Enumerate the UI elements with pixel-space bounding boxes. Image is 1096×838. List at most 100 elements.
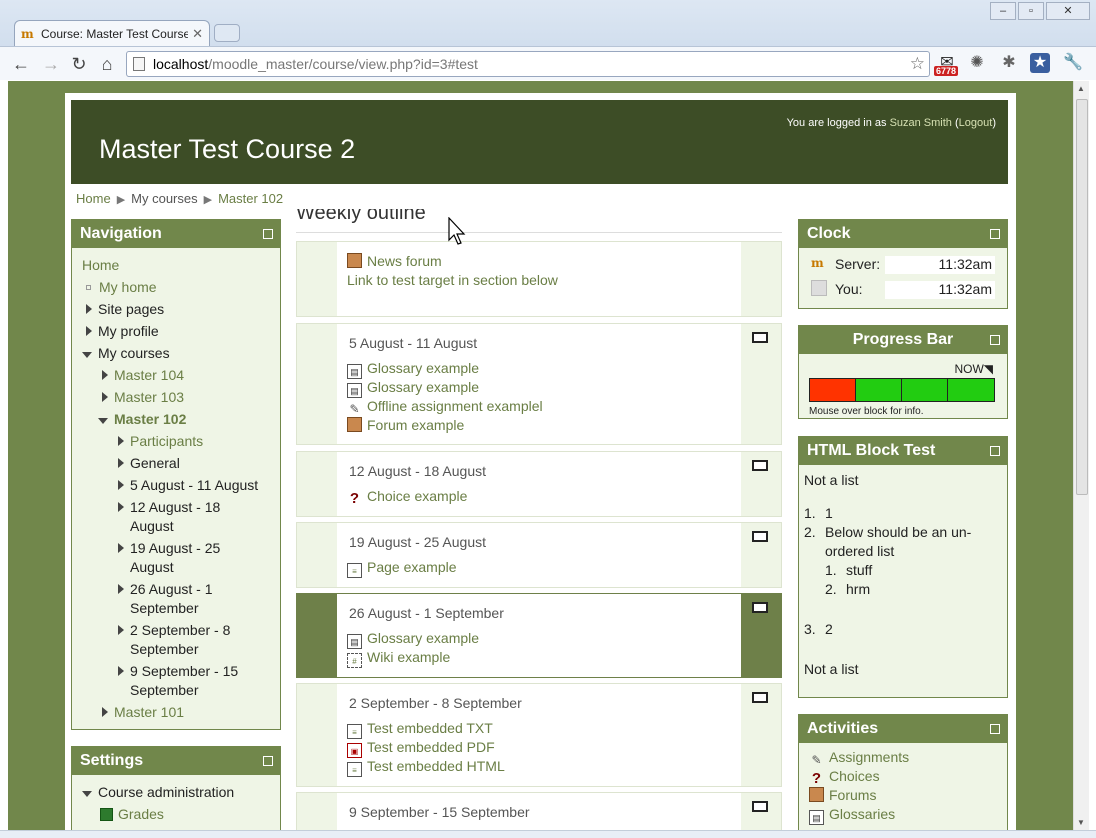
breadcrumb-course[interactable]: Master 102 — [218, 191, 283, 206]
nav-week-5-cont[interactable]: September — [130, 641, 198, 657]
hide-block-icon[interactable] — [990, 335, 1000, 345]
nav-my-home[interactable]: My home — [99, 279, 157, 295]
bookmark-star-icon[interactable]: ☆ — [910, 52, 925, 76]
activities-choices[interactable]: ? Choices — [809, 768, 880, 786]
activity-glossary[interactable]: ▤ Glossary example — [347, 630, 479, 649]
expand-icon[interactable] — [118, 584, 124, 594]
activity-embedded-pdf[interactable]: ▣ Test embedded PDF — [347, 739, 495, 758]
progress-cell[interactable] — [902, 379, 948, 401]
nav-week-3-cont[interactable]: August — [130, 559, 174, 575]
activity-label: Test embedded TXT — [367, 720, 493, 736]
logout-link[interactable]: Logout — [959, 117, 993, 129]
highlight-week-toggle[interactable] — [752, 531, 768, 542]
nav-master-103[interactable]: Master 103 — [114, 389, 184, 405]
highlight-week-toggle[interactable] — [752, 602, 768, 613]
maximize-button[interactable]: ▫ — [1018, 2, 1044, 20]
expand-icon[interactable] — [118, 625, 124, 635]
highlight-week-toggle[interactable] — [752, 332, 768, 343]
nav-week-4[interactable]: 26 August - 1 — [130, 581, 213, 597]
collapse-icon[interactable] — [82, 352, 92, 358]
progress-cell[interactable] — [856, 379, 902, 401]
nav-my-profile[interactable]: My profile — [98, 323, 159, 339]
progress-cell[interactable] — [948, 379, 994, 401]
hide-block-icon[interactable] — [990, 724, 1000, 734]
wrench-icon[interactable]: 🔧 — [1062, 52, 1084, 74]
progress-cell[interactable] — [810, 379, 856, 401]
activity-news-forum[interactable]: News forum — [347, 253, 442, 269]
forward-arrow-icon[interactable]: → — [40, 53, 62, 75]
nav-master-102[interactable]: Master 102 — [114, 411, 186, 427]
expand-icon[interactable] — [118, 480, 124, 490]
activity-choice[interactable]: ? Choice example — [347, 488, 467, 506]
activity-forum[interactable]: Forum example — [347, 417, 464, 433]
extension-star-icon[interactable]: ★ — [1030, 53, 1050, 73]
nav-week-2[interactable]: 12 August - 18 — [130, 499, 220, 515]
expand-icon[interactable] — [86, 326, 92, 336]
scroll-down-icon[interactable]: ▼ — [1077, 818, 1085, 827]
close-window-button[interactable]: ✕ — [1046, 2, 1090, 20]
collapse-icon[interactable] — [82, 791, 92, 797]
expand-icon[interactable] — [118, 436, 124, 446]
activity-glossary[interactable]: ▤ Glossary example — [347, 379, 479, 398]
nav-my-courses[interactable]: My courses — [98, 345, 170, 361]
expand-icon[interactable] — [118, 502, 124, 512]
new-tab-button[interactable] — [214, 24, 240, 42]
expand-icon[interactable] — [118, 543, 124, 553]
activity-glossary[interactable]: ▤ Glossary example — [347, 360, 479, 379]
nav-master-101[interactable]: Master 101 — [114, 704, 184, 720]
close-tab-icon[interactable]: ✕ — [192, 26, 203, 42]
highlight-week-toggle[interactable] — [752, 692, 768, 703]
nav-general[interactable]: General — [130, 455, 180, 471]
hide-block-icon[interactable] — [990, 229, 1000, 239]
highlight-week-toggle[interactable] — [752, 801, 768, 812]
nav-course-administration[interactable]: Course administration — [98, 784, 234, 800]
nav-grades[interactable]: Grades — [118, 806, 164, 822]
hide-block-icon[interactable] — [263, 756, 273, 766]
user-name-link[interactable]: Suzan Smith — [890, 117, 952, 129]
nav-participants[interactable]: Participants — [130, 433, 203, 449]
breadcrumb-home[interactable]: Home — [76, 191, 111, 206]
nav-week-6-cont[interactable]: September — [130, 682, 198, 698]
expand-icon[interactable] — [102, 707, 108, 717]
nav-week-3[interactable]: 19 August - 25 — [130, 540, 220, 556]
nav-home[interactable]: Home — [82, 257, 119, 273]
activity-page[interactable]: ≡ Page example — [347, 559, 457, 578]
expand-icon[interactable] — [102, 392, 108, 402]
nav-week-6[interactable]: 9 September - 15 — [130, 663, 238, 679]
activity-offline-assignment[interactable]: ✎ Offline assignment examplel — [347, 398, 542, 417]
address-bar[interactable]: localhost/moodle_master/course/view.php?… — [126, 51, 930, 77]
nav-site-pages[interactable]: Site pages — [98, 301, 164, 317]
activities-forums[interactable]: Forums — [809, 787, 876, 803]
nav-week-1[interactable]: 5 August - 11 August — [130, 477, 258, 493]
extension-bug-icon[interactable]: ✱ — [998, 52, 1020, 74]
home-icon[interactable]: ⌂ — [96, 53, 118, 75]
activities-glossaries[interactable]: ▤ Glossaries — [809, 806, 895, 825]
activity-embedded-txt[interactable]: ≡ Test embedded TXT — [347, 720, 493, 739]
expand-icon[interactable] — [86, 304, 92, 314]
browser-tab[interactable]: m Course: Master Test Course ✕ — [14, 20, 210, 46]
activity-embedded-html[interactable]: ≡ Test embedded HTML — [347, 758, 505, 777]
activity-wiki[interactable]: # Wiki example — [347, 649, 450, 668]
minimize-button[interactable]: – — [990, 2, 1016, 20]
nav-master-104[interactable]: Master 104 — [114, 367, 184, 383]
back-arrow-icon[interactable]: ← — [10, 53, 32, 75]
collapse-icon[interactable] — [98, 418, 108, 424]
login-info: You are logged in as Suzan Smith (Logout… — [786, 117, 996, 129]
nav-week-5[interactable]: 2 September - 8 — [130, 622, 230, 638]
activities-assignments[interactable]: ✎ Assignments — [809, 749, 909, 768]
link-test-target[interactable]: Link to test target in section below — [347, 272, 558, 288]
page-scrollbar[interactable]: ▲ ▼ — [1073, 81, 1089, 830]
expand-icon[interactable] — [118, 458, 124, 468]
nav-week-4-cont[interactable]: September — [130, 600, 198, 616]
nav-week-2-cont[interactable]: August — [130, 518, 174, 534]
expand-icon[interactable] — [102, 370, 108, 380]
extension-gear-icon[interactable]: ✺ — [966, 52, 988, 74]
scrollbar-thumb[interactable] — [1076, 99, 1088, 495]
breadcrumb-my-courses[interactable]: My courses — [131, 191, 197, 206]
hide-block-icon[interactable] — [263, 229, 273, 239]
expand-icon[interactable] — [118, 666, 124, 676]
reload-icon[interactable]: ↻ — [68, 53, 90, 75]
hide-block-icon[interactable] — [990, 446, 1000, 456]
highlight-week-toggle[interactable] — [752, 460, 768, 471]
scroll-up-icon[interactable]: ▲ — [1077, 84, 1085, 93]
